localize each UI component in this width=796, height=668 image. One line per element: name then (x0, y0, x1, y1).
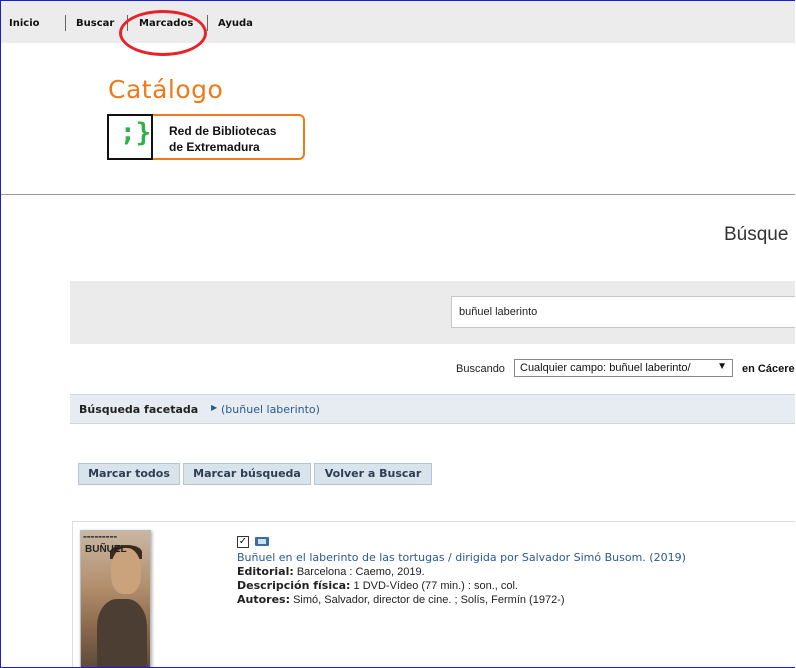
search-field-select-value: Cualquier campo: buñuel laberinto/ (520, 362, 691, 374)
result-title-link[interactable]: Buñuel en el laberinto de las tortugas /… (237, 551, 686, 564)
highlight-circle-annotation (119, 10, 207, 56)
cover-image[interactable]: ▬▬▬▬▬▬▬▬▬ BUÑUEL (80, 530, 151, 667)
editorial-value: Barcelona : Caemo, 2019. (296, 566, 425, 578)
facet-crumb-link[interactable]: (buñuel laberinto) (221, 403, 320, 416)
mark-search-button[interactable]: Marcar búsqueda (183, 463, 311, 485)
search-field-select[interactable]: Cualquier campo: buñuel laberinto/ ▼ (514, 359, 733, 377)
physical-label: Descripción física: (237, 579, 351, 592)
result-editorial: Editorial: Barcelona : Caemo, 2019. (237, 565, 425, 578)
buscando-label: Buscando (456, 363, 505, 375)
nav-ayuda[interactable]: Ayuda (218, 18, 253, 29)
logo-glyph: ;} (120, 118, 152, 148)
logo-line-1: Red de Bibliotecas (169, 124, 277, 138)
library-logo-icon: ;} (107, 114, 153, 160)
editorial-label: Editorial: (237, 565, 294, 578)
logo-line-2: de Extremadura (169, 140, 260, 154)
authors-value[interactable]: Simó, Salvador, director de cine. ; Solí… (293, 594, 564, 606)
header-divider (1, 194, 795, 195)
nav-buscar[interactable]: Buscar (76, 18, 114, 29)
search-input[interactable]: buñuel laberinto (451, 296, 795, 328)
nav-inicio[interactable]: Inicio (9, 18, 40, 29)
mark-checkbox[interactable]: ✓ (237, 536, 249, 548)
result-authors: Autores: Simó, Salvador, director de cin… (237, 593, 565, 606)
physical-value: 1 DVD-Vídeo (77 min.) : son., col. (353, 580, 518, 592)
facet-label: Búsqueda facetada (79, 403, 199, 416)
location-label: en Cácere (742, 363, 795, 375)
browser-frame: Inicio Buscar Marcados Ayuda Catálogo ;}… (0, 0, 795, 668)
chevron-down-icon: ▼ (717, 361, 727, 372)
nav-separator (65, 15, 66, 31)
facet-bar: Búsqueda facetada ▶ (buñuel laberinto) (70, 394, 795, 424)
page-heading: Búsque (724, 224, 789, 245)
caret-right-icon: ▶ (211, 403, 218, 412)
library-logo-text: Red de Bibliotecas de Extremadura (153, 114, 305, 160)
dvd-media-icon (255, 537, 269, 546)
mark-all-button[interactable]: Marcar todos (78, 463, 180, 485)
nav-separator (207, 15, 208, 31)
back-to-search-button[interactable]: Volver a Buscar (314, 463, 432, 485)
cover-illustration (97, 599, 147, 667)
catalog-title: Catálogo (108, 75, 224, 104)
authors-label: Autores: (237, 593, 290, 606)
result-physical-description: Descripción física: 1 DVD-Vídeo (77 min.… (237, 579, 518, 592)
